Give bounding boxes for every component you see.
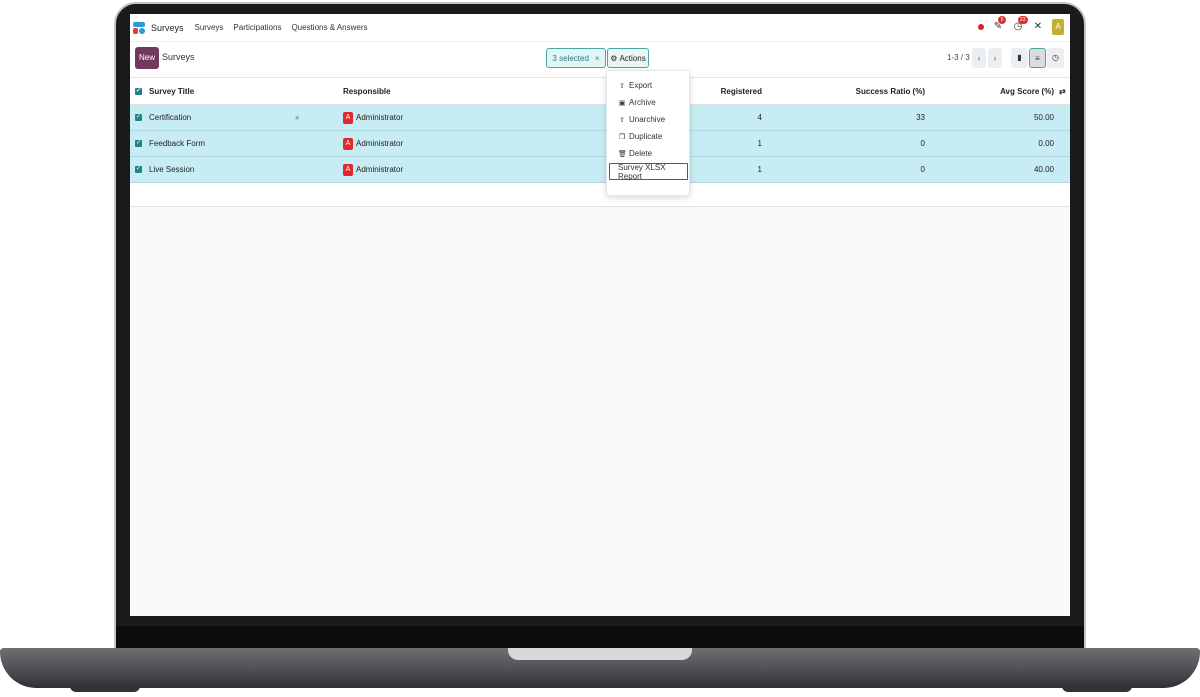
menu-item-archive[interactable]: ▣ Archive [607, 94, 689, 111]
column-header-registered[interactable]: Registered [690, 78, 762, 104]
table-header: ✓ Survey Title Responsible Registered Su… [130, 78, 1070, 105]
responsible-cell[interactable]: A Administrator [343, 131, 403, 156]
menu-item-export[interactable]: ⇧ Export [607, 77, 689, 94]
menu-item-questions-answers[interactable]: Questions & Answers [291, 23, 367, 32]
responsible-cell[interactable]: A Administrator [343, 105, 403, 130]
menu-item-duplicate[interactable]: ❐ Duplicate [607, 128, 689, 145]
user-avatar: A [343, 163, 353, 176]
pager-next-icon[interactable]: › [988, 48, 1002, 68]
select-all-checkbox[interactable]: ✓ [135, 78, 142, 104]
registered-value: 1 [757, 139, 762, 148]
selection-indicator: 3 selected × [546, 48, 606, 68]
actions-dropdown-menu: ⇧ Export ▣ Archive ⇧ Unarchive ❐ Duplica… [606, 70, 690, 196]
selected-count: 3 selected [552, 53, 589, 63]
survey-title[interactable]: Feedback Form [149, 131, 205, 156]
menu-item-unarchive[interactable]: ⇧ Unarchive [607, 111, 689, 128]
table-row[interactable]: ✓ Live Session A Administrator 1 0 40.00 [130, 157, 1070, 183]
user-avatar: A [343, 111, 353, 124]
pager-previous-icon[interactable]: ‹ [972, 48, 986, 68]
systray: ✎ 5 ◷ 23 ✕ A [978, 16, 1064, 36]
success-ratio-value: 0 [920, 139, 925, 148]
avg-score-value: 50.00 [1033, 113, 1054, 122]
registered-value: 4 [757, 113, 762, 122]
menu-item-label: Archive [629, 98, 656, 107]
user-avatar: A [343, 137, 353, 150]
column-header-responsible[interactable]: Responsible [343, 78, 391, 104]
menu-item-label: Duplicate [629, 132, 663, 141]
laptop-bezel-bottom [116, 626, 1084, 650]
gear-icon: ⚙ [610, 53, 618, 63]
responsible-name: Administrator [356, 165, 404, 174]
menu-item-participations[interactable]: Participations [233, 23, 281, 32]
menu-item-label: Export [629, 81, 653, 90]
list-view-icon[interactable]: ≡ [1029, 48, 1046, 68]
survey-app-icon[interactable] [132, 21, 146, 35]
survey-list: ✓ Survey Title Responsible Registered Su… [130, 78, 1070, 207]
menu-item-label: Unarchive [629, 115, 666, 124]
new-button[interactable]: New [135, 47, 159, 69]
laptop-foot-right [1062, 686, 1132, 692]
laptop-notch [508, 648, 692, 660]
registered-value: 1 [757, 165, 762, 174]
actions-button[interactable]: ⚙ Actions [607, 48, 649, 68]
avg-score-value: 40.00 [1033, 165, 1054, 174]
responsible-name: Administrator [356, 113, 404, 122]
table-row[interactable]: ✓ Feedback Form A Administrator 1 0 0.00 [130, 131, 1070, 157]
checkbox-checked-icon: ✓ [135, 166, 142, 173]
checkbox-checked-icon: ✓ [135, 114, 142, 121]
activity-clock-icon[interactable]: ◷ 23 [1012, 16, 1028, 33]
trophy-icon: ★ [294, 114, 301, 122]
table-row[interactable]: ✓ Certification ★ A Administrator 4 33 5… [130, 105, 1070, 131]
unarchive-icon: ⇧ [619, 116, 625, 124]
top-navbar: Surveys Surveys Participations Questions… [130, 14, 1070, 42]
survey-title[interactable]: Certification [149, 105, 191, 130]
row-checkbox[interactable]: ✓ [135, 105, 142, 130]
recording-dot-icon[interactable] [978, 24, 984, 30]
app-name[interactable]: Surveys [151, 23, 184, 33]
page-title: Surveys [162, 52, 195, 62]
survey-title[interactable]: Live Session [149, 157, 194, 182]
responsible-cell[interactable]: A Administrator [343, 157, 403, 182]
upload-icon: ⇧ [619, 82, 625, 90]
optional-columns-toggle-icon[interactable]: ⇄ [1059, 78, 1066, 104]
copy-icon: ❐ [618, 133, 626, 141]
menu-item-label: Survey XLSX Report [618, 162, 666, 181]
tools-icon[interactable]: ✕ [1032, 21, 1044, 33]
menu-item-survey-xlsx-report[interactable]: Survey XLSX Report [609, 162, 688, 181]
messages-icon[interactable]: ✎ 5 [992, 16, 1006, 33]
activity-badge: 23 [1018, 16, 1028, 24]
menu-item-surveys[interactable]: Surveys [195, 23, 224, 32]
app-screen: Surveys Surveys Participations Questions… [130, 14, 1070, 616]
checkbox-checked-icon: ✓ [135, 140, 142, 147]
actions-label: Actions [619, 53, 646, 63]
menu-item-label: Delete [629, 149, 653, 158]
laptop-foot-left [70, 686, 140, 692]
menu-item-delete[interactable]: 🗑 Delete [607, 145, 689, 162]
responsible-name: Administrator [356, 139, 404, 148]
success-ratio-value: 0 [920, 165, 925, 174]
user-avatar[interactable]: A [1052, 19, 1064, 35]
row-checkbox[interactable]: ✓ [135, 157, 142, 182]
avg-score-value: 0.00 [1038, 139, 1054, 148]
archive-icon: ▣ [618, 99, 626, 107]
row-checkbox[interactable]: ✓ [135, 131, 142, 156]
activity-view-icon[interactable]: ◷ [1047, 48, 1064, 68]
checkbox-checked-icon: ✓ [135, 87, 142, 95]
column-header-avg-score[interactable]: Avg Score (%) [970, 78, 1054, 104]
trash-icon: 🗑 [618, 150, 627, 158]
success-ratio-value: 33 [916, 113, 925, 122]
control-panel: New Surveys 3 selected × ⚙ Actions 1-3 /… [130, 42, 1070, 78]
messages-badge: 5 [998, 16, 1006, 24]
clear-selection-icon[interactable]: × [595, 54, 600, 63]
pager-value[interactable]: 1-3 / 3 [947, 53, 970, 62]
column-header-title[interactable]: Survey Title [149, 78, 194, 104]
kanban-view-icon[interactable]: ▮ [1011, 48, 1028, 68]
column-header-success-ratio[interactable]: Success Ratio (%) [845, 78, 925, 104]
table-footer [130, 183, 1070, 207]
